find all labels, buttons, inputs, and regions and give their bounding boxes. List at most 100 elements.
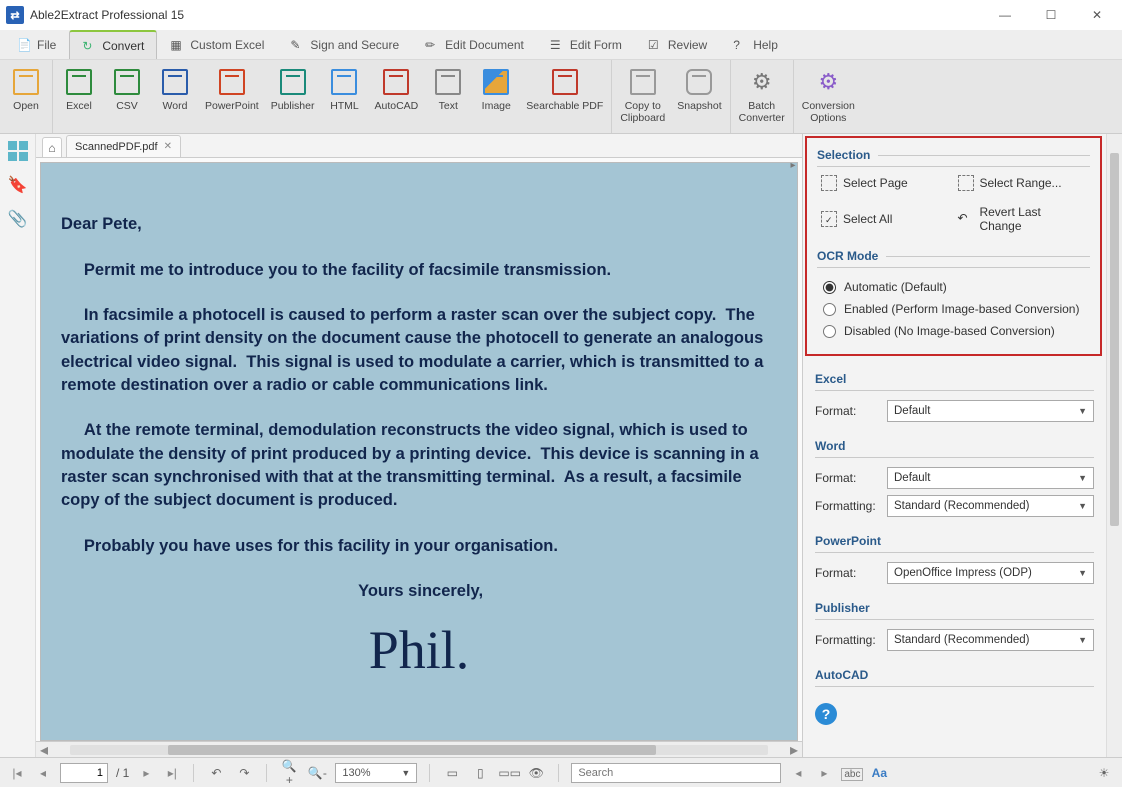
last-page-button[interactable]: ▸| <box>163 766 181 780</box>
zoom-in-icon[interactable]: 🔍+ <box>279 759 299 787</box>
view-mode-1-icon[interactable]: ▭ <box>442 766 462 780</box>
document-tab[interactable]: ScannedPDF.pdf ✕ <box>66 135 181 157</box>
chevron-down-icon: ▼ <box>1078 635 1087 645</box>
excel-icon <box>65 68 93 96</box>
chevron-down-icon: ▼ <box>1078 568 1087 578</box>
ribbon-conversion-options[interactable]: ⚙Conversion Options <box>796 64 861 126</box>
menu-custom-excel[interactable]: ▦Custom Excel <box>157 30 277 59</box>
minimize-button[interactable]: — <box>982 0 1028 30</box>
page-number-input[interactable] <box>60 763 108 783</box>
ribbon-excel[interactable]: Excel <box>55 64 103 114</box>
rotate-cw-icon[interactable]: ↷ <box>234 766 254 780</box>
maximize-button[interactable]: ☐ <box>1028 0 1074 30</box>
ocr-disabled-radio[interactable]: Disabled (No Image-based Conversion) <box>817 320 1090 342</box>
ribbon-batch-converter[interactable]: ⚙Batch Converter <box>733 64 791 126</box>
pub-section-title: Publisher <box>815 595 1094 620</box>
zoom-select[interactable]: 130%▼ <box>335 763 417 783</box>
word-section-title: Word <box>815 433 1094 458</box>
revert-button[interactable]: ↶Revert Last Change <box>958 205 1087 233</box>
form-icon: ☰ <box>550 38 564 52</box>
search-input[interactable] <box>571 763 781 783</box>
view-mode-4-icon[interactable]: 👁 <box>526 766 546 780</box>
image-icon <box>482 68 510 96</box>
menu-edit-document[interactable]: ✏Edit Document <box>412 30 537 59</box>
attachments-icon[interactable]: 📎 <box>7 208 29 230</box>
menu-help[interactable]: ?Help <box>720 30 791 59</box>
text-icon <box>434 68 462 96</box>
rotate-ccw-icon[interactable]: ↶ <box>206 766 226 780</box>
letter-p1: Permit me to introduce you to the facili… <box>61 261 611 279</box>
view-mode-2-icon[interactable]: ▯ <box>470 766 490 780</box>
ribbon-open[interactable]: Open <box>2 64 50 114</box>
autocad-section-title: AutoCAD <box>815 662 1094 687</box>
view-mode-3-icon[interactable]: ▭▭ <box>498 766 518 780</box>
side-panel: Selection Select Page Select Range... ✓S… <box>802 134 1122 757</box>
ribbon-copy-clipboard[interactable]: Copy to Clipboard <box>614 64 671 126</box>
ribbon-autocad[interactable]: AutoCAD <box>368 64 424 114</box>
home-tab-icon[interactable]: ⌂ <box>42 137 62 157</box>
next-page-button[interactable]: ▸ <box>137 766 155 780</box>
ribbon-word[interactable]: Word <box>151 64 199 114</box>
match-case-toggle[interactable]: abc <box>841 766 861 780</box>
help-bubble-icon[interactable]: ? <box>815 703 837 725</box>
ribbon-snapshot[interactable]: Snapshot <box>671 64 727 114</box>
word-icon <box>161 68 189 96</box>
search-prev-button[interactable]: ◂ <box>789 766 807 780</box>
text-size-toggle[interactable]: Aa <box>869 766 889 780</box>
excel-section-title: Excel <box>815 366 1094 391</box>
ocr-enabled-radio[interactable]: Enabled (Perform Image-based Conversion) <box>817 298 1090 320</box>
close-tab-icon[interactable]: ✕ <box>164 141 172 152</box>
select-range-icon <box>958 175 974 191</box>
ribbon-text[interactable]: Text <box>424 64 472 114</box>
word-format-label: Format: <box>815 471 881 485</box>
ribbon-image[interactable]: Image <box>472 64 520 114</box>
file-icon: 📄 <box>17 38 31 52</box>
letter-p4: Probably you have uses for this facility… <box>61 537 558 555</box>
menu-review[interactable]: ☑Review <box>635 30 720 59</box>
ocr-title: OCR Mode <box>817 249 878 263</box>
edit-icon: ✏ <box>425 38 439 52</box>
vertical-scrollbar[interactable] <box>1106 134 1122 757</box>
convert-icon: ↻ <box>82 39 96 53</box>
word-formatting-select[interactable]: Standard (Recommended)▼ <box>887 495 1094 517</box>
v-scroll-thumb[interactable] <box>1110 153 1119 527</box>
first-page-button[interactable]: |◂ <box>8 766 26 780</box>
document-tab-label: ScannedPDF.pdf <box>75 141 158 153</box>
close-button[interactable]: ✕ <box>1074 0 1120 30</box>
ribbon-searchable-pdf[interactable]: Searchable PDF <box>520 64 609 114</box>
selection-title: Selection <box>817 148 870 162</box>
html-icon <box>330 68 358 96</box>
select-all-button[interactable]: ✓Select All <box>821 205 950 233</box>
ppt-format-label: Format: <box>815 566 881 580</box>
zoom-out-icon[interactable]: 🔍- <box>307 766 327 780</box>
ribbon-html[interactable]: HTML <box>320 64 368 114</box>
bookmarks-icon[interactable]: 🔖 <box>7 174 29 196</box>
panel-collapse-icon[interactable]: ▸ <box>786 160 800 171</box>
menu-file[interactable]: 📄File <box>4 30 69 59</box>
ribbon-powerpoint[interactable]: PowerPoint <box>199 64 265 114</box>
ppt-format-select[interactable]: OpenOffice Impress (ODP)▼ <box>887 562 1094 584</box>
menu-edit-form[interactable]: ☰Edit Form <box>537 30 635 59</box>
brightness-icon[interactable]: ☀ <box>1094 766 1114 780</box>
h-scroll-thumb[interactable] <box>168 745 657 755</box>
select-page-button[interactable]: Select Page <box>821 175 950 191</box>
ribbon-csv[interactable]: CSV <box>103 64 151 114</box>
menu-convert[interactable]: ↻Convert <box>69 30 157 59</box>
camera-icon <box>685 68 713 96</box>
excel-format-select[interactable]: Default▼ <box>887 400 1094 422</box>
window-title: Able2Extract Professional 15 <box>30 8 184 22</box>
letter-p3: At the remote terminal, demodulation rec… <box>61 421 763 509</box>
select-range-button[interactable]: Select Range... <box>958 175 1087 191</box>
horizontal-scrollbar[interactable]: ◂ ▸ <box>36 741 802 757</box>
document-canvas[interactable]: Dear Pete, Permit me to introduce you to… <box>40 162 798 741</box>
letter-closing: Yours sincerely, <box>358 582 483 600</box>
prev-page-button[interactable]: ◂ <box>34 766 52 780</box>
search-next-button[interactable]: ▸ <box>815 766 833 780</box>
pub-formatting-select[interactable]: Standard (Recommended)▼ <box>887 629 1094 651</box>
word-format-select[interactable]: Default▼ <box>887 467 1094 489</box>
menu-sign-secure[interactable]: ✎Sign and Secure <box>277 30 412 59</box>
ocr-auto-radio[interactable]: Automatic (Default) <box>817 276 1090 298</box>
csv-icon <box>113 68 141 96</box>
ribbon-publisher[interactable]: Publisher <box>265 64 321 114</box>
thumbnails-toggle[interactable] <box>7 140 29 162</box>
